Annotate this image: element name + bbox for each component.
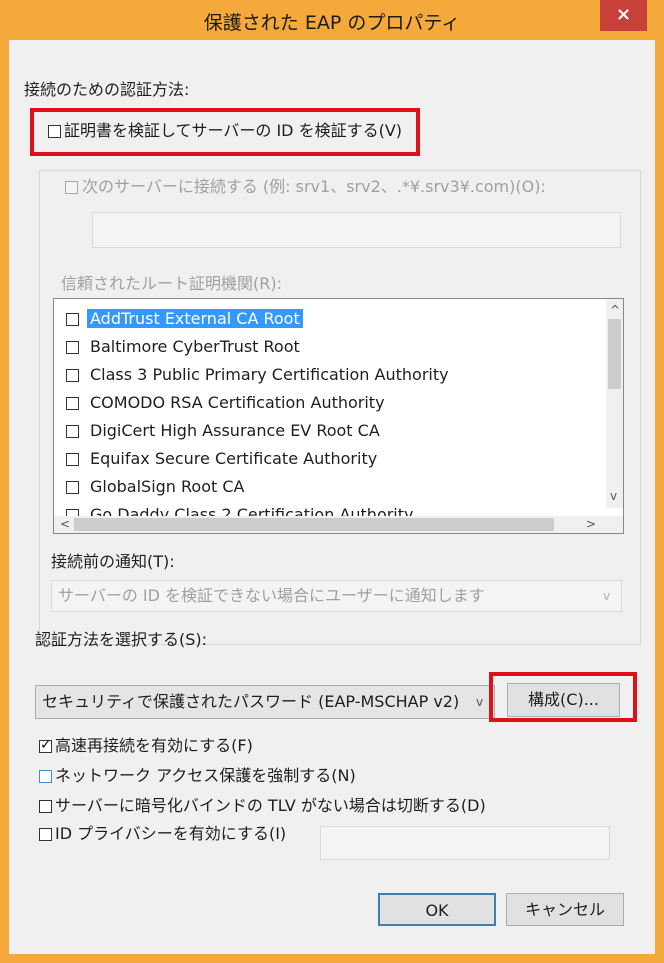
list-item-label: COMODO RSA Certification Authority: [90, 393, 385, 412]
vertical-scrollbar[interactable]: ^ v: [606, 299, 623, 508]
title-bar[interactable]: 保護された EAP のプロパティ ×: [0, 0, 664, 40]
notify-select[interactable]: サーバーの ID を検証できない場合にユーザーに通知します v: [51, 580, 622, 612]
ok-button[interactable]: OK: [378, 893, 496, 926]
id-privacy-input[interactable]: [320, 826, 610, 860]
verify-cert-label[interactable]: 証明書を検証してサーバーの ID を検証する(V): [64, 121, 402, 141]
list-item-label: DigiCert High Assurance EV Root CA: [90, 421, 380, 440]
list-item-label: GlobalSign Root CA: [90, 477, 245, 496]
id-privacy-checkbox[interactable]: [39, 828, 52, 841]
auth-method-value: セキュリティで保護されたパスワード (EAP-MSCHAP v2): [42, 692, 460, 711]
list-item-checkbox[interactable]: [66, 313, 79, 326]
server-names-input[interactable]: [92, 212, 621, 248]
cancel-button[interactable]: キャンセル: [506, 893, 624, 926]
list-item[interactable]: DigiCert High Assurance EV Root CA: [54, 418, 594, 446]
auth-method-label: 認証方法を選択する(S):: [35, 630, 208, 649]
nap-label[interactable]: ネットワーク アクセス保護を強制する(N): [55, 766, 356, 786]
close-button[interactable]: ×: [600, 0, 647, 31]
scroll-left-icon[interactable]: <: [60, 517, 70, 531]
nap-checkbox[interactable]: [39, 770, 52, 783]
window-title: 保護された EAP のプロパティ: [203, 12, 461, 34]
scroll-thumb[interactable]: [608, 319, 621, 389]
list-item[interactable]: Equifax Secure Certificate Authority: [54, 446, 594, 474]
connect-servers-checkbox[interactable]: [65, 181, 78, 194]
list-item-label: Equifax Secure Certificate Authority: [90, 449, 378, 468]
list-item-checkbox[interactable]: [66, 397, 79, 410]
trusted-roots-list[interactable]: AddTrust External CA Root Baltimore Cybe…: [53, 298, 624, 534]
list-item-label: AddTrust External CA Root: [87, 309, 303, 328]
list-item-checkbox[interactable]: [66, 425, 79, 438]
list-item[interactable]: Class 3 Public Primary Certification Aut…: [54, 362, 594, 390]
auth-method-select[interactable]: セキュリティで保護されたパスワード (EAP-MSCHAP v2) v: [35, 685, 495, 719]
list-item-checkbox[interactable]: [66, 369, 79, 382]
chevron-down-icon: v: [603, 589, 611, 603]
hscroll-thumb[interactable]: [74, 518, 554, 531]
list-item-label: Class 3 Public Primary Certification Aut…: [90, 365, 449, 384]
tlv-checkbox[interactable]: [39, 800, 52, 813]
fast-reconnect-label[interactable]: 高速再接続を有効にする(F): [55, 736, 253, 756]
dialog-body: 接続のための認証方法: 証明書を検証してサーバーの ID を検証する(V) 次の…: [9, 40, 655, 954]
list-item-label: Baltimore CyberTrust Root: [90, 337, 300, 356]
verify-cert-checkbox[interactable]: [48, 125, 61, 138]
scroll-right-icon[interactable]: >: [586, 517, 596, 531]
chevron-down-icon: v: [476, 695, 484, 709]
notify-select-value: サーバーの ID を検証できない場合にユーザーに通知します: [58, 586, 485, 605]
scroll-up-icon[interactable]: ^: [610, 303, 620, 317]
horizontal-scrollbar[interactable]: < >: [54, 516, 623, 533]
configure-button[interactable]: 構成(C)...: [507, 683, 620, 717]
connect-method-label: 接続のための認証方法:: [24, 80, 190, 99]
trusted-roots-label: 信頼されたルート証明機関(R):: [61, 274, 282, 293]
notify-label: 接続前の通知(T):: [51, 552, 175, 571]
tlv-label[interactable]: サーバーに暗号化バインドの TLV がない場合は切断する(D): [55, 796, 486, 816]
scroll-down-icon[interactable]: v: [610, 489, 617, 503]
fast-reconnect-checkbox[interactable]: [39, 737, 52, 753]
list-item[interactable]: COMODO RSA Certification Authority: [54, 390, 594, 418]
dialog-window: 保護された EAP のプロパティ × 接続のための認証方法: 証明書を検証してサ…: [0, 0, 664, 963]
list-item[interactable]: GlobalSign Root CA: [54, 474, 594, 502]
list-item[interactable]: AddTrust External CA Root: [54, 306, 594, 334]
list-item-checkbox[interactable]: [66, 481, 79, 494]
id-privacy-label[interactable]: ID プライバシーを有効にする(I): [55, 824, 286, 844]
list-item-checkbox[interactable]: [66, 453, 79, 466]
connect-servers-label[interactable]: 次のサーバーに接続する (例: srv1、srv2、.*¥.srv3¥.com)…: [82, 177, 546, 197]
list-item-checkbox[interactable]: [66, 341, 79, 354]
list-item[interactable]: Baltimore CyberTrust Root: [54, 334, 594, 362]
